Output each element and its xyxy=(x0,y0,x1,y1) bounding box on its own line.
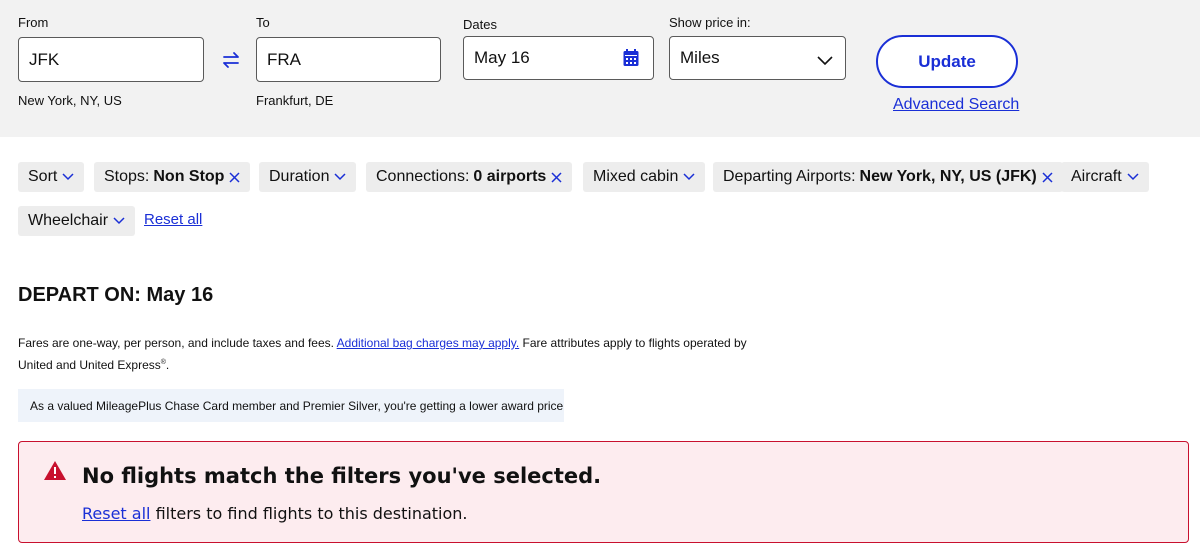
chevron-down-icon xyxy=(683,173,695,181)
chevron-down-icon xyxy=(1127,173,1139,181)
calendar-icon[interactable] xyxy=(623,49,639,72)
fares-info: Fares are one-way, per person, and inclu… xyxy=(18,334,758,375)
stops-prefix: Stops: xyxy=(104,168,150,185)
reset-all-link[interactable]: Reset all xyxy=(144,211,202,228)
alert-text: filters to find flights to this destinat… xyxy=(155,504,468,523)
update-button[interactable]: Update xyxy=(876,35,1018,88)
close-icon[interactable] xyxy=(1042,171,1053,183)
departing-airports-chip[interactable]: Departing Airports: New York, NY, US (JFK… xyxy=(713,162,1063,192)
advanced-search-link[interactable]: Advanced Search xyxy=(893,96,1019,114)
bag-charges-link[interactable]: Additional bag charges may apply. xyxy=(337,336,520,350)
departing-value: New York, NY, US (JFK) xyxy=(859,168,1037,185)
from-city: New York, NY, US xyxy=(18,93,122,108)
dates-value: May 16 xyxy=(474,48,530,67)
warning-icon xyxy=(43,460,67,486)
stops-value: Non Stop xyxy=(153,168,225,185)
to-city: Frankfurt, DE xyxy=(256,93,334,108)
alert-message: Reset all filters to find flights to thi… xyxy=(82,504,468,523)
connections-prefix: Connections: xyxy=(376,168,470,185)
fares-text-1: Fares are one-way, per person, and inclu… xyxy=(18,336,334,350)
aircraft-chip[interactable]: Aircraft xyxy=(1061,162,1149,192)
to-value: FRA xyxy=(267,49,301,69)
dates-input[interactable]: May 16 xyxy=(463,36,654,80)
aircraft-label: Aircraft xyxy=(1071,168,1122,185)
price-value: Miles xyxy=(680,48,720,67)
chevron-down-icon xyxy=(817,51,833,71)
duration-label: Duration xyxy=(269,168,330,185)
mixed-cabin-chip[interactable]: Mixed cabin xyxy=(583,162,706,192)
from-input[interactable]: JFK xyxy=(18,37,204,82)
sort-label: Sort xyxy=(28,168,58,185)
member-banner: As a valued MileagePlus Chase Card membe… xyxy=(18,389,564,422)
search-panel: From JFK New York, NY, US To FRA Frankfu… xyxy=(0,0,1200,137)
alert-title: No flights match the filters you've sele… xyxy=(82,464,602,488)
stops-chip[interactable]: Stops: Non Stop xyxy=(94,162,251,192)
close-icon[interactable] xyxy=(551,171,562,183)
chevron-down-icon xyxy=(113,217,125,225)
to-input[interactable]: FRA xyxy=(256,37,441,82)
alert-reset-link[interactable]: Reset all xyxy=(82,504,150,523)
wheelchair-label: Wheelchair xyxy=(28,212,109,229)
chevron-down-icon xyxy=(334,173,347,181)
no-results-alert: No flights match the filters you've sele… xyxy=(18,441,1189,543)
duration-chip[interactable]: Duration xyxy=(259,162,357,192)
connections-value: 0 airports xyxy=(473,168,547,185)
chevron-down-icon xyxy=(62,173,74,181)
from-value: JFK xyxy=(29,49,60,69)
to-label: To xyxy=(256,15,270,30)
sort-chip[interactable]: Sort xyxy=(18,162,85,192)
mixed-cabin-label: Mixed cabin xyxy=(593,168,679,185)
depart-title: DEPART ON: May 16 xyxy=(18,284,214,306)
swap-icon[interactable] xyxy=(219,48,243,72)
from-label: From xyxy=(18,15,49,30)
member-text: As a valued MileagePlus Chase Card membe… xyxy=(30,398,564,413)
connections-chip[interactable]: Connections: 0 airports xyxy=(366,162,573,192)
fares-end: . xyxy=(165,358,170,372)
price-select[interactable]: Miles xyxy=(669,36,846,80)
price-label: Show price in: xyxy=(669,15,751,30)
close-icon[interactable] xyxy=(229,171,240,183)
dates-label: Dates xyxy=(463,17,497,32)
wheelchair-chip[interactable]: Wheelchair xyxy=(18,206,136,236)
departing-prefix: Departing Airports: xyxy=(723,168,856,185)
